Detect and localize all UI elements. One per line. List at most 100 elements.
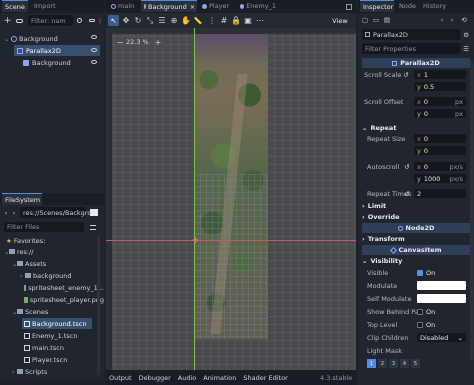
scroll-scale-y-field[interactable]: y 0.5 [414, 82, 466, 91]
open-resource-button[interactable]: ▭ [372, 16, 380, 24]
visibility-eye-icon[interactable] [91, 60, 97, 64]
tab-background[interactable]: Background × [141, 0, 197, 12]
show-behind-parent-checkbox[interactable]: On [417, 307, 435, 316]
section-limit[interactable]: › Limit [358, 201, 474, 211]
tab-animation[interactable]: Animation [203, 374, 236, 382]
tab-shader-editor[interactable]: Shader Editor [243, 374, 287, 382]
revert-icon[interactable]: ↺ [403, 190, 411, 198]
forest-background-sprite[interactable] [194, 34, 268, 339]
instance-scene-button[interactable] [15, 16, 24, 25]
tab-debugger[interactable]: Debugger [139, 374, 171, 382]
tab-enemy1[interactable]: Enemy_1 [237, 0, 279, 12]
filter-properties-input[interactable]: Filter Properties [362, 43, 460, 54]
visible-checkbox[interactable]: On [417, 268, 435, 277]
scroll-offset-x-field[interactable]: x 0 px [414, 97, 466, 106]
section-visibility[interactable]: ⌄ Visibility [358, 256, 474, 266]
bone-button[interactable]: ⋯ [255, 15, 265, 26]
forward-button[interactable]: › [11, 208, 17, 217]
zoom-level[interactable]: 22.3 % [126, 38, 149, 46]
scroll-offset-y-field[interactable]: y 0 px [414, 109, 466, 118]
file-item[interactable]: spritesheet_enemy_1... [24, 282, 104, 293]
tree-row-background-root[interactable]: ⌄ Background [4, 33, 104, 44]
top-level-checkbox[interactable]: On [417, 320, 435, 329]
tab-main[interactable]: main [108, 0, 140, 12]
file-item-selected[interactable]: Background.tscn [22, 318, 92, 329]
light-mask-bit[interactable]: 1 [367, 359, 376, 368]
distraction-free-button[interactable] [344, 2, 354, 11]
select-tool-button[interactable]: ↖ [108, 15, 119, 26]
filesystem-scrollbar[interactable] [97, 235, 100, 375]
ruler-tool-button[interactable]: 📏 [193, 15, 203, 26]
modulate-color-picker[interactable] [417, 281, 466, 290]
move-tool-button[interactable]: ✥ [121, 15, 131, 26]
list-select-button[interactable]: ☰ [157, 15, 167, 26]
section-repeat[interactable]: ⌄ Repeat [358, 123, 474, 133]
rotate-tool-button[interactable]: ↻ [133, 15, 143, 26]
object-history-button[interactable]: ⟲ [460, 16, 468, 24]
folder-background[interactable]: › background [20, 270, 104, 281]
node-tools-button[interactable]: ⚙ [462, 30, 470, 39]
view-menu-button[interactable]: View [326, 15, 354, 26]
inspector-scrollbar[interactable] [470, 60, 473, 360]
revert-icon[interactable]: ↺ [402, 71, 410, 79]
visibility-eye-icon[interactable] [91, 48, 97, 52]
light-mask-bit[interactable]: 3 [389, 359, 398, 368]
node-selector[interactable]: Parallax2D [362, 29, 460, 40]
tab-history[interactable]: History [420, 0, 450, 12]
tab-import[interactable]: Import [31, 0, 59, 12]
property-options-button[interactable]: ☰ [462, 44, 470, 53]
tab-audio[interactable]: Audio [178, 374, 196, 382]
favorites-item[interactable]: ★ Favorites: [6, 235, 104, 246]
revert-icon[interactable]: ↺ [403, 163, 411, 171]
tab-inspector[interactable]: Inspector [360, 0, 394, 12]
light-mask-bit[interactable]: 2 [378, 359, 387, 368]
scene-menu-button[interactable]: ⋮ [97, 16, 104, 25]
section-transform[interactable]: › Transform [358, 234, 474, 244]
smart-snap-button[interactable]: ⋮ [207, 15, 217, 26]
visibility-eye-icon[interactable] [91, 35, 97, 39]
zoom-in-button[interactable]: + [154, 38, 162, 47]
repeat-size-x-field[interactable]: x 0 [414, 134, 466, 143]
clip-children-select[interactable]: Disabled ⌄ [417, 333, 466, 342]
filter-files-input[interactable]: Filter Files [4, 222, 84, 232]
self-modulate-color-picker[interactable] [417, 294, 466, 303]
tab-filesystem[interactable]: FileSystem [2, 193, 42, 205]
file-item[interactable]: Player.tscn [24, 354, 104, 365]
history-back-button[interactable]: ‹ [438, 16, 446, 24]
pan-tool-button[interactable]: ✋ [181, 15, 191, 26]
res-root-item[interactable]: ⌄ res:// [4, 246, 104, 257]
zoom-out-button[interactable]: − [116, 38, 124, 47]
grid-snap-button[interactable]: # [219, 15, 229, 26]
autoscroll-x-field[interactable]: x 0 px/s [414, 162, 466, 171]
save-resource-button[interactable]: ▤ [383, 16, 391, 24]
repeat-size-y-field[interactable]: y 0 [414, 146, 466, 155]
history-forward-button[interactable]: › [448, 16, 456, 24]
viewport-canvas[interactable]: − 22.3 % + ✚ [106, 28, 356, 370]
file-item[interactable]: spritesheet_player.png [24, 294, 104, 305]
light-mask-bit[interactable]: 4 [400, 359, 409, 368]
origin-gizmo-icon[interactable]: ✚ [192, 236, 200, 245]
scene-filter-input[interactable]: Filter: nam [28, 15, 73, 26]
tree-row-parallax2d[interactable]: Parallax2D [14, 45, 100, 56]
group-button[interactable]: ▣ [243, 15, 253, 26]
repeat-times-field[interactable]: 2 [414, 189, 466, 198]
split-view-icon[interactable] [90, 209, 98, 216]
back-button[interactable]: ‹ [3, 208, 9, 217]
tab-scene[interactable]: Scene [2, 0, 28, 12]
section-override[interactable]: › Override [358, 212, 474, 222]
file-item[interactable]: Enemy_1.tscn [24, 330, 104, 341]
scroll-scale-x-field[interactable]: x 1 [414, 70, 466, 79]
scale-tool-button[interactable]: ⤡ [145, 15, 155, 26]
autoscroll-y-field[interactable]: y 1000 px/s [414, 174, 466, 183]
chain-button[interactable] [87, 16, 96, 25]
filter-options-button[interactable] [75, 16, 84, 25]
tab-player[interactable]: Player [199, 0, 235, 12]
close-icon[interactable]: × [190, 3, 195, 11]
folder-scenes[interactable]: ⌄ Scenes [12, 306, 104, 317]
pivot-tool-button[interactable]: ⊕ [169, 15, 179, 26]
sort-button[interactable] [88, 223, 98, 231]
add-node-button[interactable]: + [3, 16, 12, 26]
file-item[interactable]: main.tscn [24, 342, 104, 353]
lock-button[interactable]: 🔒 [231, 15, 241, 26]
tab-node[interactable]: Node [396, 0, 418, 12]
